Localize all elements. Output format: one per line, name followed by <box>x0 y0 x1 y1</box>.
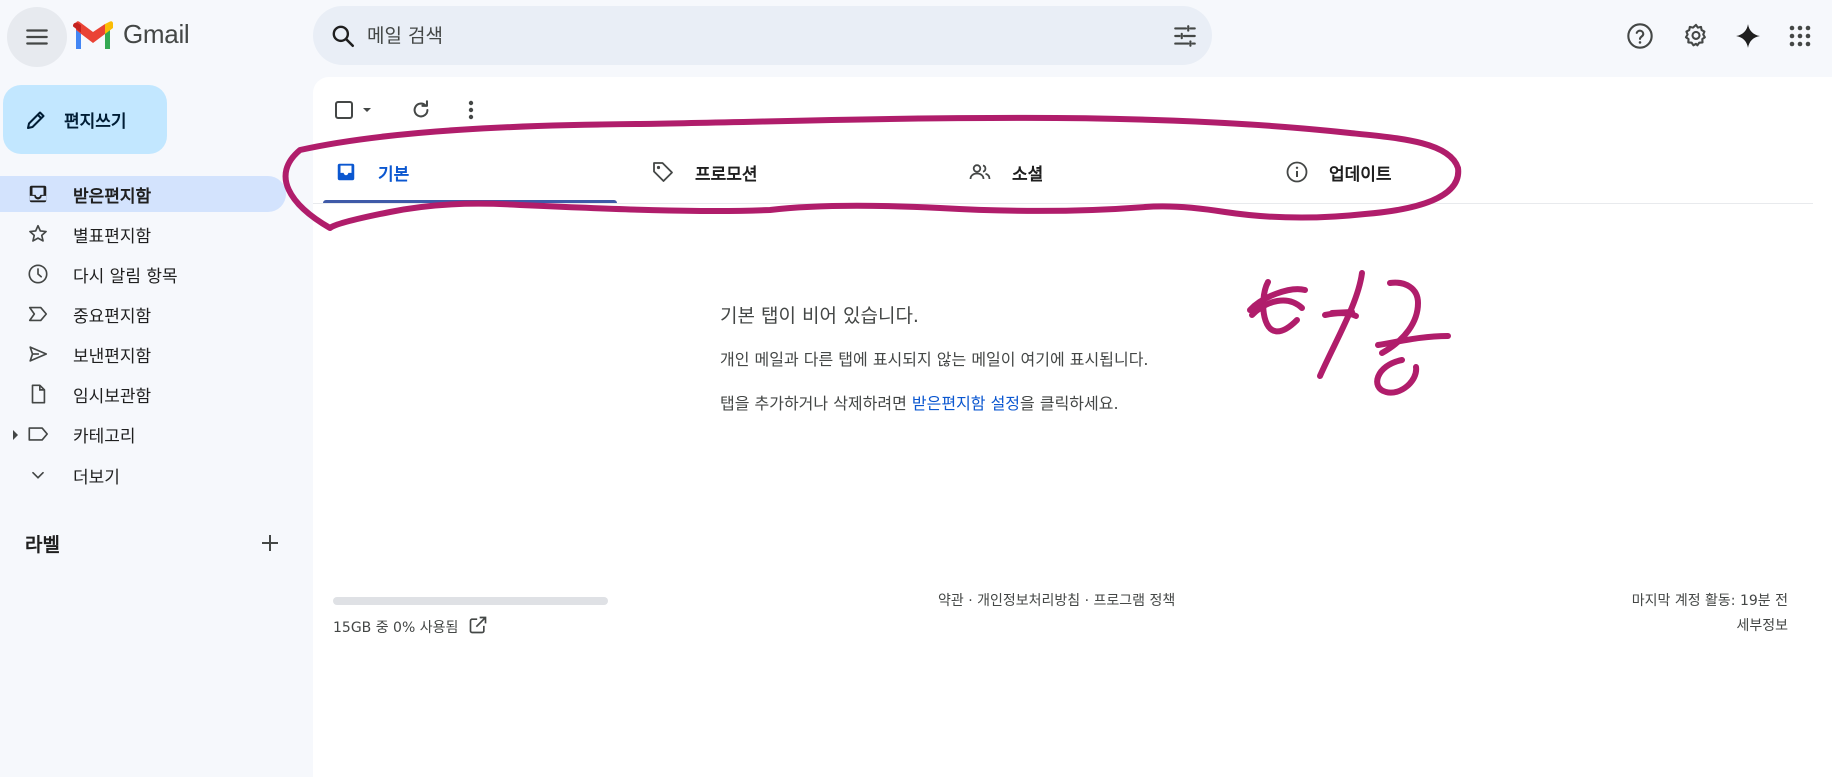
gmail-logo-icon <box>73 20 113 50</box>
tab-label: 업데이트 <box>1329 165 1392 185</box>
sidebar-item-starred[interactable]: 별표편지함 <box>0 216 286 252</box>
refresh-button[interactable] <box>405 94 437 126</box>
people-icon <box>968 160 992 184</box>
apps-button[interactable] <box>1780 16 1820 56</box>
send-icon <box>26 342 50 366</box>
label-icon <box>26 422 50 446</box>
pencil-icon <box>24 108 48 132</box>
tab-social[interactable]: 소셜 <box>957 139 1251 219</box>
tabs-divider <box>313 203 1813 204</box>
info-icon <box>1285 160 1309 184</box>
sidebar-item-label: 임시보관함 <box>73 386 152 407</box>
more-vertical-icon <box>468 100 474 120</box>
compose-button[interactable]: 편지쓰기 <box>3 85 167 154</box>
sidebar-item-drafts[interactable]: 임시보관함 <box>0 376 286 412</box>
main-panel: 기본 프로모션 소셜 업데이트 기본 탭이 비어 있습니다. 개인 메일과 다른… <box>313 77 1832 777</box>
search-bar[interactable] <box>313 6 1212 65</box>
sidebar-item-label: 별표편지함 <box>73 226 152 247</box>
footer-separator: · <box>1080 593 1094 609</box>
empty-state-instruction: 탭을 추가하거나 삭제하려면 받은편지함 설정을 클릭하세요. <box>720 390 1119 414</box>
external-link-icon <box>468 615 488 635</box>
help-button[interactable] <box>1620 16 1660 56</box>
menu-button[interactable] <box>7 7 67 67</box>
sidebar-item-more[interactable]: 더보기 <box>0 457 286 493</box>
empty-state-title: 기본 탭이 비어 있습니다. <box>720 305 919 327</box>
sidebar-item-sent[interactable]: 보낸편지함 <box>0 336 286 372</box>
labels-heading: 라벨 <box>25 534 60 556</box>
star-icon <box>26 222 50 246</box>
apps-icon <box>1788 24 1812 48</box>
terms-link[interactable]: 약관 <box>938 593 964 609</box>
footer-links: 약관 · 개인정보처리방침 · 프로그램 정책 <box>938 590 1175 610</box>
sidebar-item-label: 다시 알림 항목 <box>73 266 178 287</box>
instruction-suffix: 을 클릭하세요. <box>1020 394 1119 413</box>
privacy-link[interactable]: 개인정보처리방침 <box>977 593 1080 609</box>
inbox-settings-link[interactable]: 받은편지함 설정 <box>912 394 1020 413</box>
more-options-button[interactable] <box>455 94 487 126</box>
tab-updates[interactable]: 업데이트 <box>1274 139 1568 219</box>
instruction-prefix: 탭을 추가하거나 삭제하려면 <box>720 394 912 413</box>
inbox-icon <box>26 182 50 206</box>
sparkle-icon <box>1735 23 1761 49</box>
sidebar-item-label: 받은편지함 <box>73 186 152 207</box>
last-account-activity: 마지막 계정 활동: 19분 전 <box>1631 593 1788 609</box>
plus-icon <box>260 533 280 553</box>
tag-icon <box>651 160 675 184</box>
tab-primary[interactable]: 기본 <box>323 139 617 219</box>
sidebar-item-label: 카테고리 <box>73 426 136 447</box>
select-all-checkbox[interactable] <box>331 94 377 126</box>
storage-usage-text: 15GB 중 0% 사용됨 <box>333 620 459 636</box>
empty-state-description: 개인 메일과 다른 탭에 표시되지 않는 메일이 여기에 표시됩니다. <box>720 350 1149 369</box>
sidebar-item-inbox[interactable]: 받은편지함 <box>0 176 286 212</box>
sidebar-item-important[interactable]: 중요편지함 <box>0 296 286 332</box>
compose-label: 편지쓰기 <box>64 112 127 132</box>
search-icon[interactable] <box>327 20 359 52</box>
menu-icon <box>24 24 50 50</box>
tab-label: 기본 <box>378 165 410 185</box>
gmail-logo[interactable]: Gmail <box>73 19 190 50</box>
program-policy-link[interactable]: 프로그램 정책 <box>1094 593 1176 609</box>
sidebar-item-label: 중요편지함 <box>73 306 152 327</box>
storage-bar <box>333 597 608 605</box>
important-icon <box>26 302 50 326</box>
clock-icon <box>26 262 50 286</box>
refresh-icon <box>410 99 432 121</box>
footer-separator: · <box>963 593 978 609</box>
sidebar-item-snoozed[interactable]: 다시 알림 항목 <box>0 256 286 292</box>
tab-label: 소셜 <box>1012 165 1044 185</box>
inbox-icon <box>334 160 358 184</box>
gear-icon <box>1682 22 1710 50</box>
draft-icon <box>26 382 50 406</box>
sidebar-item-categories[interactable]: 카테고리 <box>0 416 286 452</box>
settings-button[interactable] <box>1676 16 1716 56</box>
manage-storage-button[interactable] <box>466 613 490 637</box>
search-input[interactable] <box>367 20 1067 52</box>
tab-label: 프로모션 <box>695 165 758 185</box>
sidebar-item-label: 더보기 <box>73 467 120 488</box>
chevron-down-icon <box>26 463 50 487</box>
add-label-button[interactable] <box>256 529 284 557</box>
tab-promotions[interactable]: 프로모션 <box>640 139 934 219</box>
sidebar-item-label: 보낸편지함 <box>73 346 152 367</box>
app-name: Gmail <box>123 19 190 49</box>
details-link[interactable]: 세부정보 <box>1736 615 1788 635</box>
help-icon <box>1626 22 1654 50</box>
gemini-button[interactable] <box>1728 16 1768 56</box>
filter-icon[interactable] <box>1170 21 1200 51</box>
